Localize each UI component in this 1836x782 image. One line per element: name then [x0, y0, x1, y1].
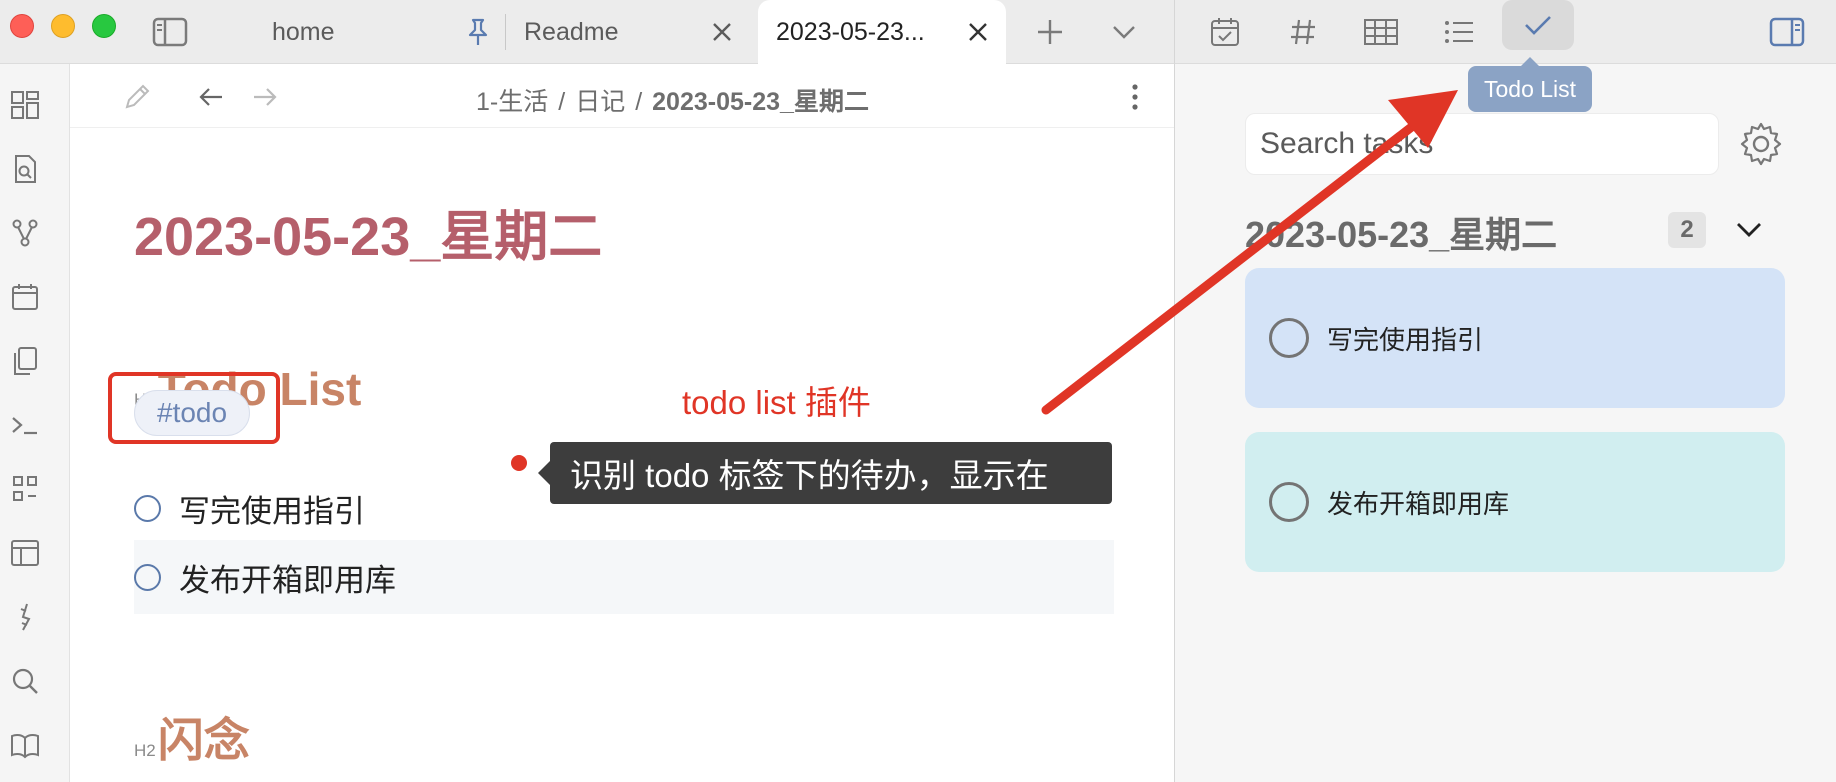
chevron-down-icon[interactable]	[1731, 212, 1767, 248]
task-checkbox[interactable]	[1269, 482, 1309, 522]
tab-separator	[505, 14, 506, 50]
search-input[interactable]	[1245, 113, 1719, 175]
view-header: 1-生活 / 日记 / 2023-05-23_星期二	[70, 64, 1174, 128]
todo-panel: 2023-05-23_星期二 2 写完使用指引 发布开箱即用库	[1174, 64, 1836, 782]
back-arrow-icon[interactable]	[196, 82, 226, 112]
breadcrumb-folder[interactable]: 1-生活	[476, 88, 548, 116]
group-title[interactable]: 2023-05-23_星期二	[1245, 206, 1557, 258]
chevron-down-icon[interactable]	[1104, 12, 1144, 52]
pencil-icon[interactable]	[120, 80, 154, 114]
heading-level-badge: H2	[134, 741, 156, 760]
breadcrumb-separator: /	[635, 88, 643, 116]
task-checkbox[interactable]	[134, 563, 161, 591]
page-title: 2023-05-23_星期二	[134, 207, 603, 267]
book-open-icon[interactable]	[8, 728, 42, 762]
todo-item: 写完使用指引	[134, 476, 1114, 540]
breadcrumb: 1-生活 / 日记 / 2023-05-23_星期二	[476, 82, 869, 118]
tab-home[interactable]: home	[220, 0, 510, 64]
task-checkbox[interactable]	[134, 494, 161, 522]
tab-label: home	[272, 17, 335, 46]
blocks-icon[interactable]	[8, 472, 42, 506]
task-card[interactable]: 写完使用指引	[1245, 268, 1785, 408]
file-search-icon[interactable]	[8, 152, 42, 186]
plugin-annotation: todo list 插件	[682, 384, 871, 421]
todo-list-tab-button[interactable]	[1502, 0, 1574, 50]
forward-arrow-icon[interactable]	[250, 82, 280, 112]
task-card[interactable]: 发布开箱即用库	[1245, 432, 1785, 572]
list-icon[interactable]	[1437, 10, 1481, 54]
dashboard-icon[interactable]	[8, 88, 42, 122]
heading-flash-notes: H2闪念	[134, 704, 250, 770]
annotation-dot	[511, 455, 527, 471]
search-icon[interactable]	[8, 664, 42, 698]
breadcrumb-current: 2023-05-23_星期二	[652, 88, 869, 116]
breadcrumb-separator: /	[558, 88, 566, 116]
calendar-check-icon[interactable]	[1203, 10, 1247, 54]
excalidraw-icon[interactable]	[8, 600, 42, 634]
right-sidebar-icon[interactable]	[1765, 10, 1809, 54]
plus-icon[interactable]	[1030, 12, 1070, 52]
left-ribbon	[0, 64, 70, 782]
tab-daily-note[interactable]: 2023-05-23...	[758, 0, 1006, 64]
check-icon	[1522, 10, 1554, 40]
todo-tag[interactable]: #todo	[134, 390, 251, 436]
gear-icon[interactable]	[1733, 116, 1789, 172]
todo-item: 发布开箱即用库	[134, 540, 1114, 614]
editor-pane: 1-生活 / 日记 / 2023-05-23_星期二 2023-05-23_星期二 H2…	[70, 64, 1174, 782]
table-icon[interactable]	[1359, 10, 1403, 54]
todo-text: 写完使用指引	[179, 493, 365, 529]
close-window-button[interactable]	[10, 14, 34, 38]
copy-icon[interactable]	[8, 344, 42, 378]
task-text: 发布开箱即用库	[1327, 488, 1510, 519]
layout-icon[interactable]	[8, 536, 42, 570]
calendar-icon[interactable]	[8, 280, 42, 314]
tab-bar: home Readme 2023-05-23...	[0, 0, 1174, 64]
terminal-icon[interactable]	[8, 408, 42, 442]
todo-text: 发布开箱即用库	[179, 562, 396, 598]
tab-readme[interactable]: Readme	[510, 0, 750, 64]
breadcrumb-folder[interactable]: 日记	[575, 88, 625, 116]
hash-icon[interactable]	[1281, 10, 1325, 54]
more-vertical-icon[interactable]	[1120, 80, 1150, 114]
close-icon[interactable]	[964, 18, 992, 46]
tab-label: 2023-05-23...	[776, 17, 925, 46]
tab-label: Readme	[524, 17, 619, 46]
pin-icon[interactable]	[462, 16, 494, 48]
app-window: home Readme 2023-05-23... 1-生活 / 日记 / 20…	[0, 0, 1836, 782]
tooltip: Todo List	[1468, 57, 1593, 112]
task-text: 写完使用指引	[1327, 324, 1484, 355]
heading-text: 闪念	[157, 714, 250, 766]
maximize-window-button[interactable]	[92, 14, 116, 38]
graph-icon[interactable]	[8, 216, 42, 250]
close-icon[interactable]	[708, 18, 736, 46]
task-checkbox[interactable]	[1269, 318, 1309, 358]
count-badge: 2	[1668, 212, 1706, 248]
sidebar-toggle-icon[interactable]	[150, 12, 190, 52]
minimize-window-button[interactable]	[51, 14, 75, 38]
